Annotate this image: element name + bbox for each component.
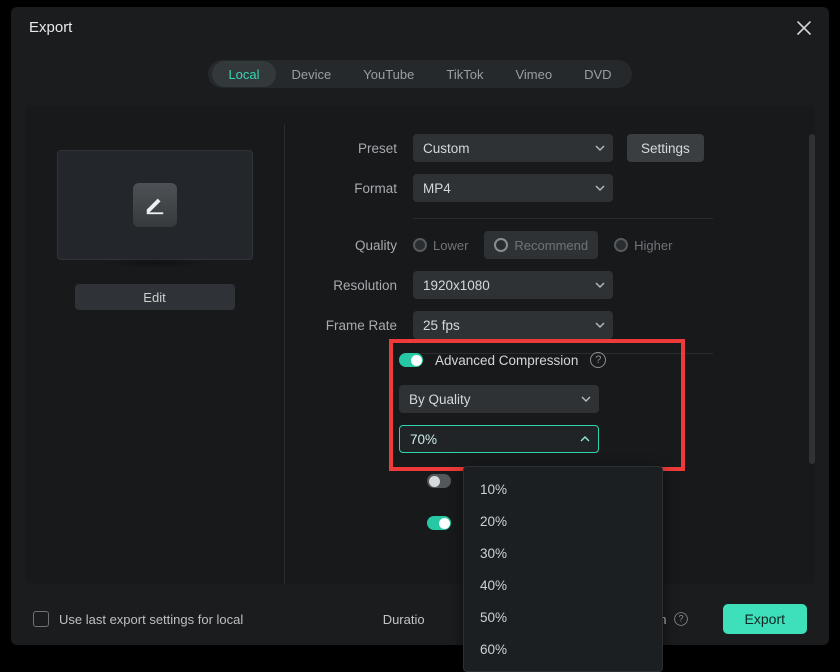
percent-option[interactable]: 60%	[464, 633, 662, 665]
chevron-down-icon	[595, 282, 605, 288]
chevron-down-icon	[595, 145, 605, 151]
export-button[interactable]: Export	[723, 604, 807, 634]
row-quality: Quality Lower Recommend Higher	[315, 225, 775, 265]
percent-option[interactable]: 10%	[464, 473, 662, 505]
tab-local[interactable]: Local	[212, 61, 275, 87]
tab-vimeo[interactable]: Vimeo	[499, 61, 568, 87]
percent-option[interactable]: 20%	[464, 505, 662, 537]
row-format: Format MP4	[315, 168, 775, 208]
footer: Use last export settings for local Durat…	[11, 593, 829, 645]
row-framerate: Frame Rate 25 fps	[315, 305, 775, 345]
settings-button[interactable]: Settings	[627, 134, 704, 162]
resolution-label: Resolution	[315, 278, 403, 293]
format-label: Format	[315, 181, 403, 196]
tab-tiktok[interactable]: TikTok	[430, 61, 499, 87]
pencil-icon	[133, 183, 177, 227]
chevron-down-icon	[595, 322, 605, 328]
compression-percent-value: 70%	[410, 432, 437, 447]
compression-mode-value: By Quality	[409, 392, 471, 407]
tab-device[interactable]: Device	[276, 61, 348, 87]
percent-option[interactable]: 30%	[464, 537, 662, 569]
extra-toggles	[427, 474, 451, 530]
duration-label-partial: Duratio	[383, 612, 425, 627]
percent-option[interactable]: 50%	[464, 601, 662, 633]
titlebar: Export	[11, 7, 829, 46]
format-select[interactable]: MP4	[413, 174, 613, 202]
preset-value: Custom	[423, 141, 470, 156]
framerate-select[interactable]: 25 fps	[413, 311, 613, 339]
tab-dvd[interactable]: DVD	[568, 61, 627, 87]
dialog-title: Export	[29, 19, 72, 36]
extra-toggle-1[interactable]	[427, 474, 451, 488]
adv-header-row: Advanced Compression ?	[399, 345, 679, 375]
chevron-down-icon	[595, 185, 605, 191]
framerate-value: 25 fps	[423, 318, 460, 333]
close-icon[interactable]	[797, 21, 811, 35]
use-last-checkbox[interactable]	[33, 611, 49, 627]
framerate-label: Frame Rate	[315, 318, 403, 333]
quality-radio-lower[interactable]: Lower	[413, 238, 468, 253]
chevron-down-icon	[581, 396, 591, 402]
preset-label: Preset	[315, 141, 403, 156]
tabs-container: Local Device YouTube TikTok Vimeo DVD	[11, 46, 829, 106]
row-resolution: Resolution 1920x1080	[315, 265, 775, 305]
compression-mode-select[interactable]: By Quality	[399, 385, 599, 413]
quality-radio-recommend[interactable]: Recommend	[484, 231, 598, 259]
preview-thumbnail[interactable]	[57, 150, 253, 260]
resolution-select[interactable]: 1920x1080	[413, 271, 613, 299]
export-dialog: Export Local Device YouTube TikTok Vimeo…	[11, 7, 829, 645]
quality-label: Quality	[315, 238, 403, 253]
advanced-compression-title: Advanced Compression	[435, 353, 578, 368]
divider	[413, 218, 713, 219]
percent-dropdown[interactable]: 10% 20% 30% 40% 50% 60%	[463, 466, 663, 672]
advanced-compression-block: Advanced Compression ? By Quality 70%	[399, 345, 679, 465]
use-last-label: Use last export settings for local	[59, 612, 243, 627]
edit-button[interactable]: Edit	[75, 284, 235, 310]
preset-select[interactable]: Custom	[413, 134, 613, 162]
format-value: MP4	[423, 181, 451, 196]
resolution-value: 1920x1080	[423, 278, 490, 293]
quality-radio-higher[interactable]: Higher	[614, 238, 672, 253]
row-preset: Preset Custom Settings	[315, 128, 775, 168]
help-icon[interactable]: ?	[590, 352, 606, 368]
percent-option[interactable]: 40%	[464, 569, 662, 601]
extra-toggle-2[interactable]	[427, 516, 451, 530]
chevron-up-icon	[580, 436, 590, 442]
advanced-compression-toggle[interactable]	[399, 353, 423, 367]
help-icon[interactable]: ?	[674, 612, 688, 626]
thumbnail-shadow	[105, 258, 205, 268]
export-tabs: Local Device YouTube TikTok Vimeo DVD	[208, 60, 631, 88]
left-pane: Edit	[25, 124, 285, 584]
tab-youtube[interactable]: YouTube	[347, 61, 430, 87]
scrollbar[interactable]	[809, 134, 815, 464]
compression-percent-select[interactable]: 70%	[399, 425, 599, 453]
